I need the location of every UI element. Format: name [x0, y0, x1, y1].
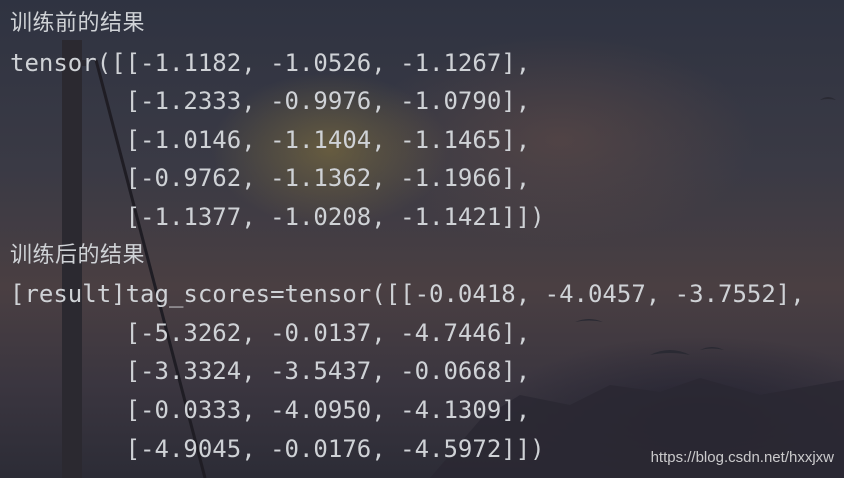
output-line: [-0.0333, -4.0950, -4.1309],: [10, 395, 531, 424]
section-heading-before: 训练前的结果: [10, 11, 146, 36]
section-heading-after: 训练后的结果: [10, 242, 146, 268]
output-line: [-5.3262, -0.0137, -4.7446],: [10, 318, 531, 347]
output-line: [-1.0146, -1.1404, -1.1465],: [10, 125, 531, 154]
output-line: [-1.2333, -0.9976, -1.0790],: [10, 87, 531, 116]
output-line: [-0.9762, -1.1362, -1.1966],: [10, 164, 531, 193]
console-output: 训练前的结果 tensor([[-1.1182, -1.0526, -1.126…: [10, 5, 805, 468]
output-line: [-3.3324, -3.5437, -0.0668],: [10, 357, 531, 386]
output-line: [result]tag_scores=tensor([[-0.0418, -4.…: [10, 280, 805, 309]
bird-shape: [820, 97, 836, 100]
output-line: [-1.1377, -1.0208, -1.1421]]): [10, 202, 545, 231]
watermark-text: https://blog.csdn.net/hxxjxw: [650, 449, 834, 466]
output-line: tensor([[-1.1182, -1.0526, -1.1267],: [10, 48, 531, 77]
